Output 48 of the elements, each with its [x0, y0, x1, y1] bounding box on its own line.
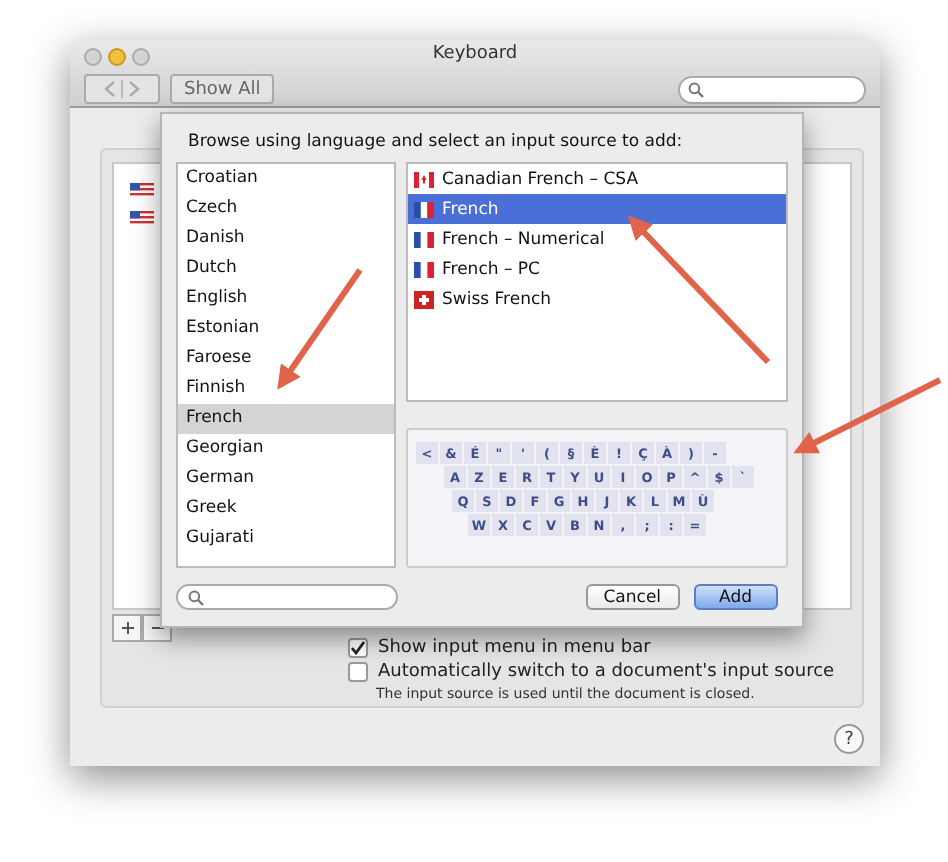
- language-item[interactable]: German: [178, 464, 394, 494]
- show-all-button[interactable]: Show All: [170, 74, 275, 104]
- flag-icon: [414, 229, 434, 249]
- language-item[interactable]: Georgian: [178, 434, 394, 464]
- flag-icon: [414, 259, 434, 279]
- checkbox[interactable]: [348, 638, 368, 658]
- add-button[interactable]: Add: [693, 584, 778, 610]
- minus-icon: [151, 622, 163, 634]
- checkbox-label: Show input menu in menu bar: [378, 638, 651, 658]
- language-item[interactable]: Estonian: [178, 314, 394, 344]
- language-item[interactable]: Croatian: [178, 164, 394, 194]
- language-item[interactable]: Faroese: [178, 344, 394, 374]
- input-source-item[interactable]: Swiss French: [408, 284, 786, 314]
- language-item[interactable]: Dutch: [178, 254, 394, 284]
- language-item[interactable]: Czech: [178, 194, 394, 224]
- input-source-item[interactable]: French – PC: [408, 254, 786, 284]
- flag-icon: [414, 289, 434, 309]
- plus-icon: [121, 622, 133, 634]
- language-item[interactable]: English: [178, 284, 394, 314]
- input-source-item[interactable]: French: [408, 194, 786, 224]
- help-button[interactable]: ?: [834, 724, 864, 754]
- search-icon: [188, 589, 204, 605]
- checkbox[interactable]: [348, 662, 368, 682]
- arrow: [277, 268, 363, 390]
- search-icon: [688, 81, 704, 97]
- language-item[interactable]: Finnish: [178, 374, 394, 404]
- minimize-button[interactable]: [108, 47, 126, 65]
- back-forward-icon: [100, 80, 144, 98]
- language-item[interactable]: Greek: [178, 494, 394, 524]
- flag-icon: [130, 180, 154, 200]
- back-forward-control[interactable]: [84, 74, 160, 104]
- zoom-button[interactable]: [132, 47, 150, 65]
- sheet-heading: Browse using language and select an input source to add:: [188, 132, 685, 152]
- search-field[interactable]: [176, 584, 398, 610]
- flag-icon: [130, 208, 154, 228]
- language-item[interactable]: Gujarati: [178, 524, 394, 554]
- input-source-item[interactable]: Canadian French – CSA: [408, 164, 786, 194]
- checkbox-label: Automatically switch to a document's input source: [378, 662, 835, 682]
- cancel-button[interactable]: Cancel: [585, 584, 680, 610]
- window-title: Keyboard: [430, 44, 520, 64]
- flag-icon: [414, 199, 434, 219]
- input-source-item[interactable]: French – Numerical: [408, 224, 786, 254]
- flag-icon: [414, 169, 434, 189]
- language-item[interactable]: French: [178, 404, 394, 434]
- language-item[interactable]: Danish: [178, 224, 394, 254]
- search-field[interactable]: [678, 75, 866, 103]
- add-button[interactable]: [112, 614, 142, 642]
- close-button[interactable]: [84, 47, 102, 65]
